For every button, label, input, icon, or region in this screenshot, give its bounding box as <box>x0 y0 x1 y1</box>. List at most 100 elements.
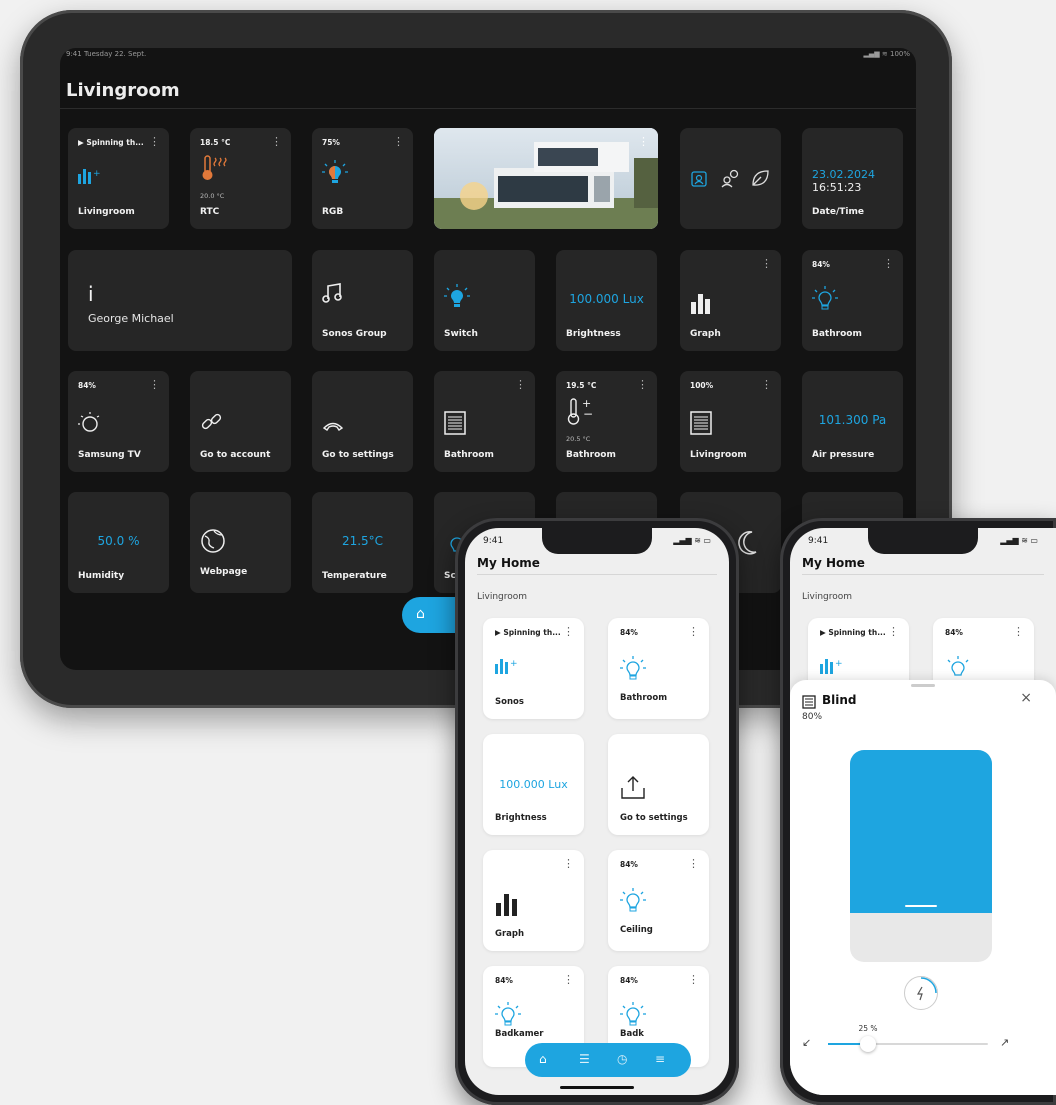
more-icon[interactable]: ⋮ <box>563 974 574 985</box>
more-icon[interactable]: ⋮ <box>149 379 160 390</box>
page-title: My Home <box>802 556 865 570</box>
level-percent: 100% <box>690 381 714 390</box>
more-icon[interactable]: ⋮ <box>393 136 404 147</box>
more-icon[interactable]: ⋮ <box>883 258 894 269</box>
slat-open-icon[interactable]: ↗ <box>1000 1036 1009 1049</box>
house-camera-image[interactable]: ⋮ <box>434 128 658 229</box>
webpage-tile[interactable]: Webpage <box>190 492 291 593</box>
bulb-outline-icon <box>620 1002 646 1032</box>
blind-position-control[interactable] <box>850 750 992 962</box>
more-icon[interactable]: ⋮ <box>563 626 574 637</box>
ceiling-light-tile[interactable]: 84% ⋮ Ceiling <box>608 850 709 951</box>
setpoint-temp: 20.0 °C <box>200 192 225 200</box>
sonos-tile[interactable]: ▶ Spinning th... ⋮ + Livingroom <box>68 128 169 229</box>
tile-label: RTC <box>200 207 220 217</box>
blind-fill <box>850 750 992 913</box>
sonos-group-tile[interactable]: Sonos Group <box>312 250 413 351</box>
home-user-icon[interactable] <box>690 170 708 192</box>
rgb-tile[interactable]: 75% ⋮ RGB <box>312 128 413 229</box>
info-text: George Michael <box>88 312 174 325</box>
sheet-handle[interactable] <box>911 684 935 687</box>
level-percent: 84% <box>78 381 96 390</box>
air-pressure-tile[interactable]: 101.300 Pa Air pressure <box>802 371 903 472</box>
go-to-settings-tile[interactable]: Go to settings <box>312 371 413 472</box>
setpoint-temp: 20.5 °C <box>566 435 591 443</box>
blind-icon <box>802 694 816 713</box>
tile-label: Livingroom <box>690 450 747 460</box>
tile-label: Temperature <box>322 571 387 581</box>
svg-text:−: − <box>583 407 593 421</box>
phone-main-screen: 9:41 ▂▄▆ ≋ ▭ My Home Livingroom ▶ Spinni… <box>465 528 729 1095</box>
more-icon[interactable]: ⋮ <box>271 136 282 147</box>
more-icon[interactable]: ⋮ <box>761 379 772 390</box>
more-icon[interactable]: ⋮ <box>563 858 574 869</box>
more-icon[interactable]: ⋮ <box>761 258 772 269</box>
user-search-icon[interactable] <box>720 168 740 192</box>
tile-label: Bathroom <box>566 450 616 460</box>
more-icon[interactable]: ⋮ <box>515 379 526 390</box>
samsung-tv-tile[interactable]: 84% ⋮ Samsung TV <box>68 371 169 472</box>
bathroom-thermostat-tile[interactable]: 19.5 °C ⋮ + − 20.5 °C Bathroom <box>556 371 657 472</box>
pressure-value: 101.300 Pa <box>818 413 887 427</box>
sheet-title: Blind <box>822 693 857 707</box>
auto-mode-button[interactable] <box>904 976 938 1010</box>
more-icon[interactable]: ⋮ <box>688 858 699 869</box>
rtc-tile[interactable]: 18.5 °C ⋮ 20.0 °C RTC <box>190 128 291 229</box>
bulb-on-icon <box>444 284 470 314</box>
more-icon[interactable]: ⋮ <box>1013 626 1024 637</box>
bathroom-light-tile[interactable]: 84% ⋮ Bathroom <box>802 250 903 351</box>
graph-tile[interactable]: ⋮ Graph <box>680 250 781 351</box>
livingroom-blind-tile[interactable]: 100% ⋮ Livingroom <box>680 371 781 472</box>
brightness-value: 100.000 Lux <box>569 292 644 306</box>
clock-icon[interactable]: ◷ <box>617 1052 627 1066</box>
bulb-outline-icon <box>620 656 646 686</box>
blind-icon <box>444 411 466 439</box>
more-icon[interactable]: ⋮ <box>638 136 649 147</box>
bathroom-blind-tile[interactable]: ⋮ Bathroom <box>434 371 535 472</box>
blind-drag-handle[interactable] <box>905 905 937 907</box>
go-to-account-tile[interactable]: Go to account <box>190 371 291 472</box>
svg-text:+: + <box>510 659 518 669</box>
quick-icons-tile[interactable] <box>680 128 781 229</box>
phone-main: 9:41 ▂▄▆ ≋ ▭ My Home Livingroom ▶ Spinni… <box>455 518 739 1105</box>
bulb-outline-icon <box>620 888 646 918</box>
more-icon[interactable]: ⋮ <box>688 974 699 985</box>
status-battery: ▂▄▆ ≋ 100% <box>863 50 910 58</box>
close-icon[interactable]: × <box>1020 690 1032 706</box>
brightness-tile[interactable]: 100.000 Lux Brightness <box>556 250 657 351</box>
signal-icon: ▂▄▆ ≋ ▭ <box>1000 536 1038 545</box>
svg-text:+: + <box>835 659 843 669</box>
brightness-value: 100.000 Lux <box>499 778 568 791</box>
switch-tile[interactable]: Switch <box>434 250 535 351</box>
more-icon[interactable]: ⋮ <box>888 626 899 637</box>
home-icon[interactable]: ⌂ <box>539 1052 547 1066</box>
go-to-settings-tile[interactable]: Go to settings <box>608 734 709 835</box>
slat-angle-slider[interactable] <box>828 1036 988 1052</box>
leaf-icon[interactable] <box>750 168 770 192</box>
tile-label: Sonos <box>495 697 524 707</box>
more-icon[interactable]: ⋮ <box>149 136 160 147</box>
temperature-tile[interactable]: 21.5°C Temperature <box>312 492 413 593</box>
sliders-icon[interactable]: ☰ <box>579 1052 590 1066</box>
graph-tile[interactable]: ⋮ Graph <box>483 850 584 951</box>
signal-icon: ▂▄▆ ≋ ▭ <box>673 536 711 545</box>
heating-thermometer-icon <box>200 154 230 186</box>
page-title: Livingroom <box>66 80 180 101</box>
home-icon[interactable]: ⌂ <box>416 606 425 622</box>
menu-icon[interactable]: ≡ <box>655 1052 665 1066</box>
datetime-tile[interactable]: 23.02.2024 16:51:23 Date/Time <box>802 128 903 229</box>
slat-close-icon[interactable]: ↙ <box>802 1036 811 1049</box>
more-icon[interactable]: ⋮ <box>688 626 699 637</box>
brightness-tile[interactable]: 100.000 Lux Brightness <box>483 734 584 835</box>
info-tile[interactable]: i George Michael <box>68 250 292 351</box>
blind-control-sheet[interactable]: Blind 80% × 25 % ↙ ↗ <box>790 680 1056 1095</box>
tile-label: Switch <box>444 329 478 339</box>
bathroom-light-tile[interactable]: 84% ⋮ Bathroom <box>608 618 709 719</box>
bottom-nav[interactable]: ⌂ ☰ ◷ ≡ <box>525 1043 691 1077</box>
humidity-tile[interactable]: 50.0 % Humidity <box>68 492 169 593</box>
slider-thumb[interactable] <box>860 1036 876 1052</box>
blind-icon <box>690 411 712 439</box>
link-icon <box>200 411 224 439</box>
sonos-tile[interactable]: ▶ Spinning th... ⋮ + Sonos <box>483 618 584 719</box>
more-icon[interactable]: ⋮ <box>637 379 648 390</box>
